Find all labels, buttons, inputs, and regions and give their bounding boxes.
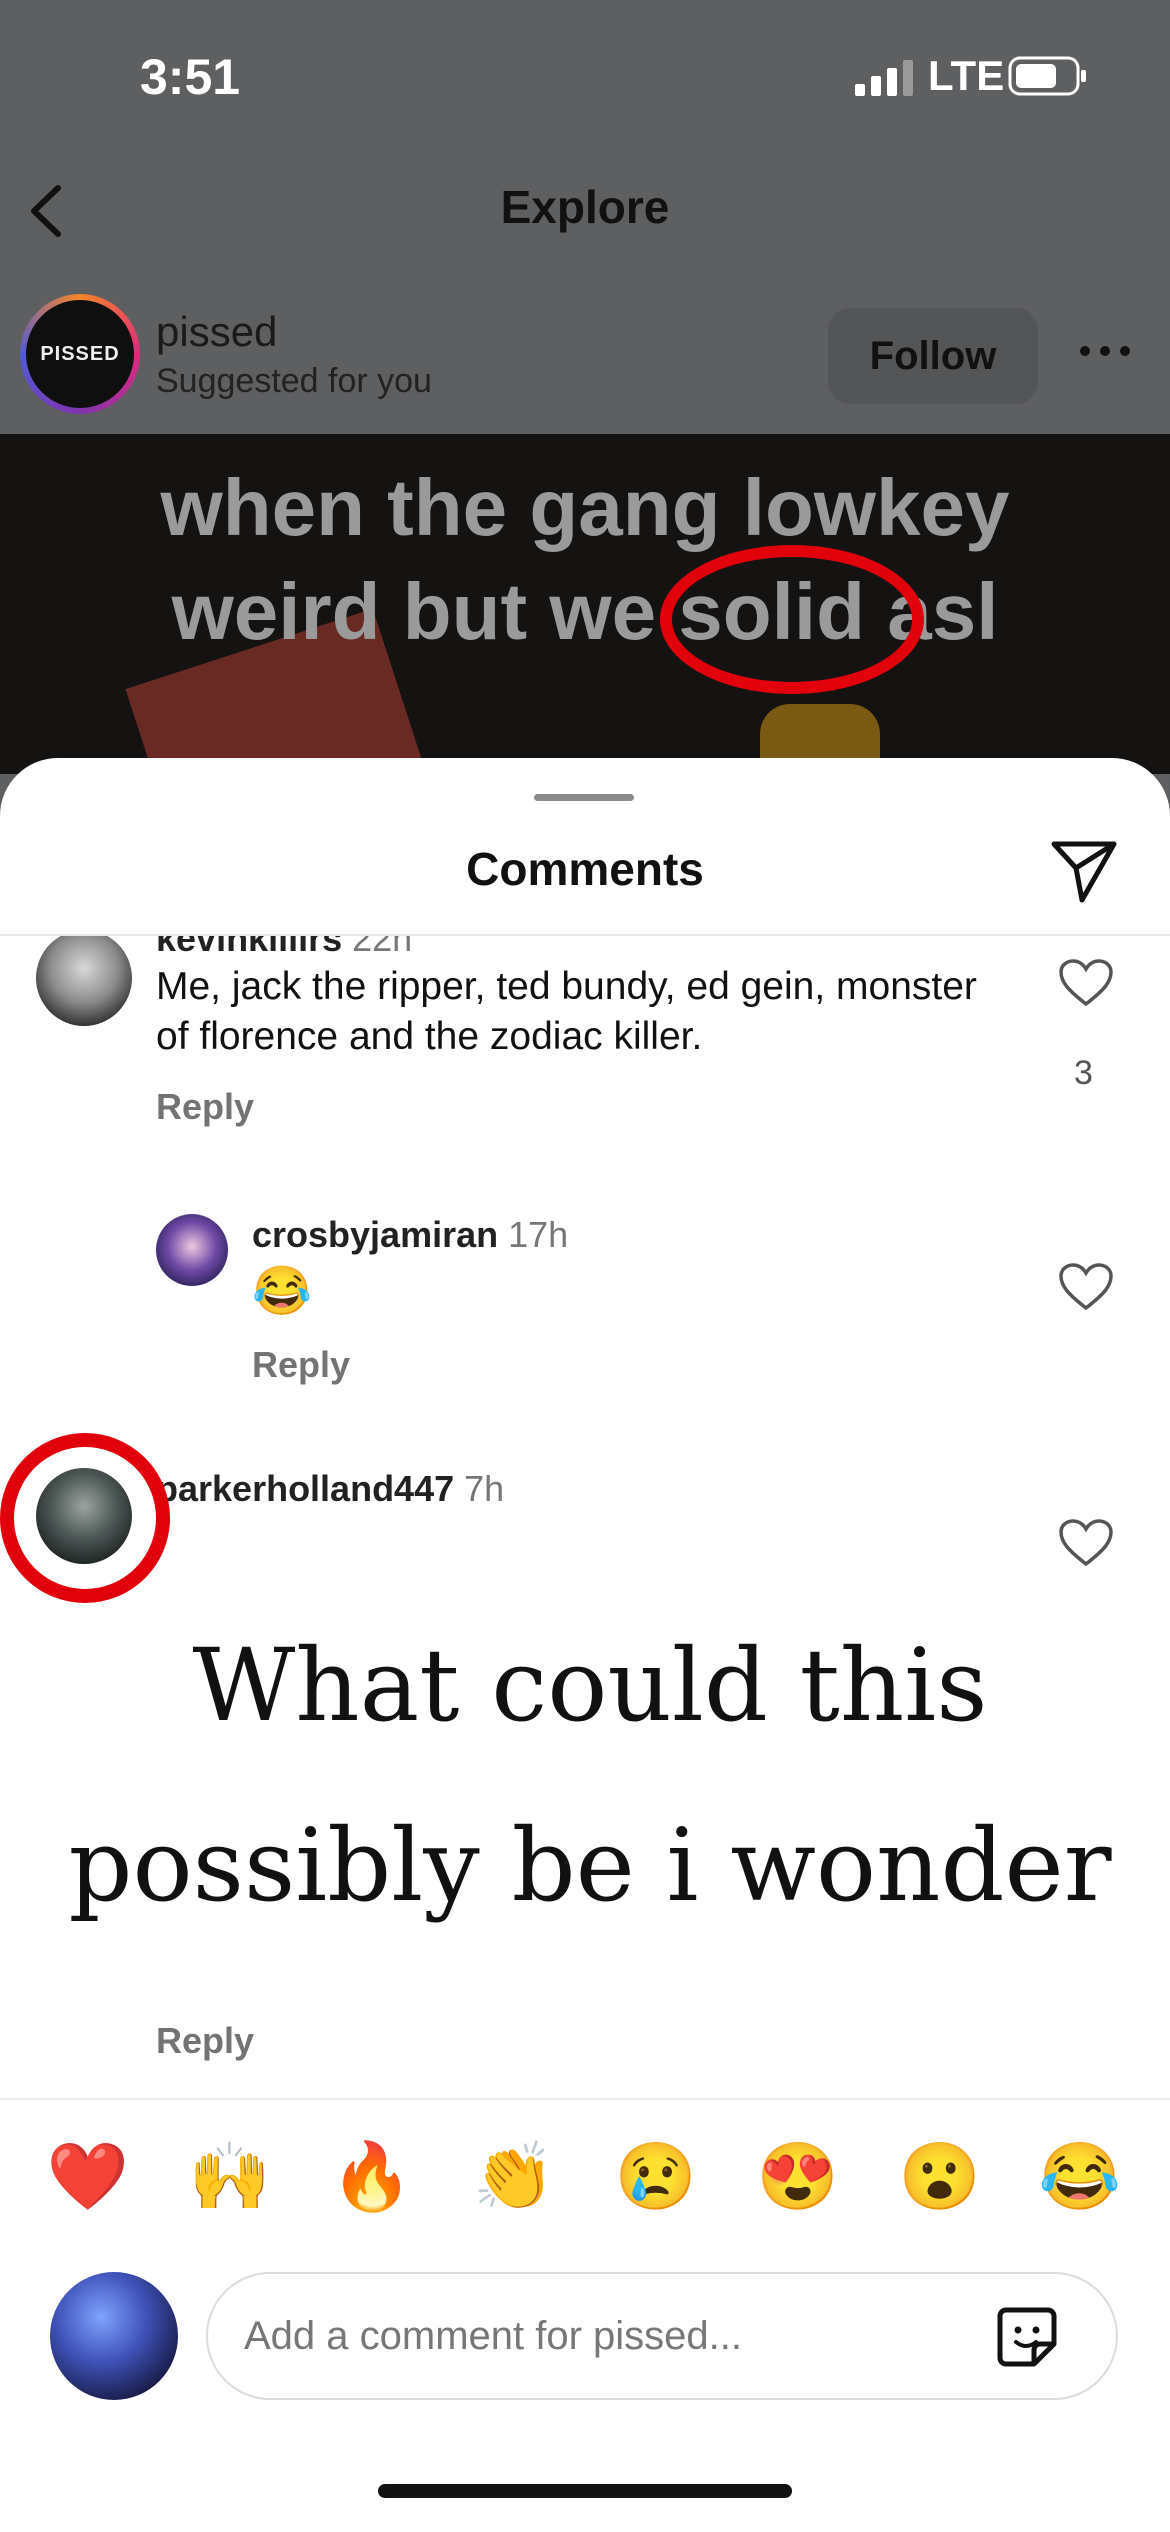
reply-button[interactable]: Reply [156,2020,254,2062]
network-label: LTE [928,52,1005,99]
emoji-surprised[interactable]: 😮 [890,2138,990,2216]
emoji-heart[interactable]: ❤️ [38,2138,138,2216]
heart-icon[interactable] [1058,1262,1114,1312]
emoji-clap[interactable]: 👏 [464,2138,564,2216]
drag-handle[interactable] [534,794,634,801]
avatar-logo-text: PISSED [40,342,120,365]
post-video[interactable]: when the gang lowkey weird but we solid … [0,434,1170,774]
comments-sheet: Comments kevinkillirs 22h Me, jack the r… [0,758,1170,2532]
emoji-crying[interactable]: 😢 [606,2138,706,2216]
sticker-icon[interactable] [994,2304,1060,2370]
avatar[interactable] [36,936,132,1026]
divider [0,2098,1170,2100]
avatar[interactable] [156,1214,228,1286]
emoji-fire[interactable]: 🔥 [322,2138,422,2216]
account-subtitle: Suggested for you [156,362,432,400]
comment-time: 17h [508,1214,569,1255]
reply-button[interactable]: Reply [252,1344,350,1386]
reply-button[interactable]: Reply [156,1086,254,1128]
handwritten-text: What could this possibly be i wonder [60,1596,1120,1956]
more-options-icon[interactable] [1075,336,1135,366]
page-title: Explore [500,181,670,233]
sheet-title: Comments [466,843,704,895]
send-icon[interactable] [1048,834,1120,906]
emoji-raised-hands[interactable]: 🙌 [180,2138,280,2216]
comment-username[interactable]: kevinkillirs 22h [156,936,412,960]
home-indicator[interactable] [378,2484,792,2498]
comment-username-text: parkerholland447 [156,1468,455,1509]
comment-username-text: crosbyjamiran [252,1214,499,1255]
post-header: PISSED pissed Suggested for you Follow [0,280,1170,430]
comment-time: 7h [464,1468,505,1509]
signal-icon [855,60,913,96]
comment-time: 22h [352,936,413,959]
my-avatar[interactable] [50,2272,178,2400]
comment-input-placeholder: Add a comment for pissed... [244,2314,743,2358]
comment-username[interactable]: crosbyjamiran 17h [252,1214,568,1256]
comment-emoji: 😂 [252,1265,312,1318]
comment-username[interactable]: parkerholland447 7h [156,1468,504,1510]
video-caption-line: weird but we solid asl [171,567,999,656]
like-count: 3 [1074,1054,1093,1092]
comment-input[interactable]: Add a comment for pissed... [206,2272,1118,2400]
emoji-laughing[interactable]: 😂 [1030,2138,1130,2216]
battery-icon [1008,56,1086,96]
account-username[interactable]: pissed [156,308,277,356]
heart-icon[interactable] [1058,958,1114,1008]
comments-list: kevinkillirs 22h Me, jack the ripper, te… [0,936,1170,2096]
video-caption: when the gang lowkey weird but we solid … [0,456,1170,664]
emoji-heart-eyes[interactable]: 😍 [748,2138,848,2216]
comment-text: Me, jack the ripper, ted bundy, ed gein,… [156,965,977,1058]
account-avatar[interactable]: PISSED [20,294,140,414]
annotation-circle [0,1433,170,1603]
status-bar: 3:51 LTE [0,0,1170,150]
video-caption-line: when the gang lowkey [160,463,1010,552]
comment-username-text: kevinkillirs [156,936,343,959]
handwritten-line: possibly be i wonder [68,1807,1112,1924]
status-time: 3:51 [140,49,241,105]
nav-bar: Explore [0,150,1170,275]
annotation-ellipse [660,545,924,694]
heart-icon[interactable] [1058,1518,1114,1568]
handwritten-line: What could this [192,1627,988,1744]
follow-button[interactable]: Follow [828,308,1038,404]
emoji-reaction-bar: ❤️ 🙌 🔥 👏 😢 😍 😮 😂 [0,2138,1170,2248]
